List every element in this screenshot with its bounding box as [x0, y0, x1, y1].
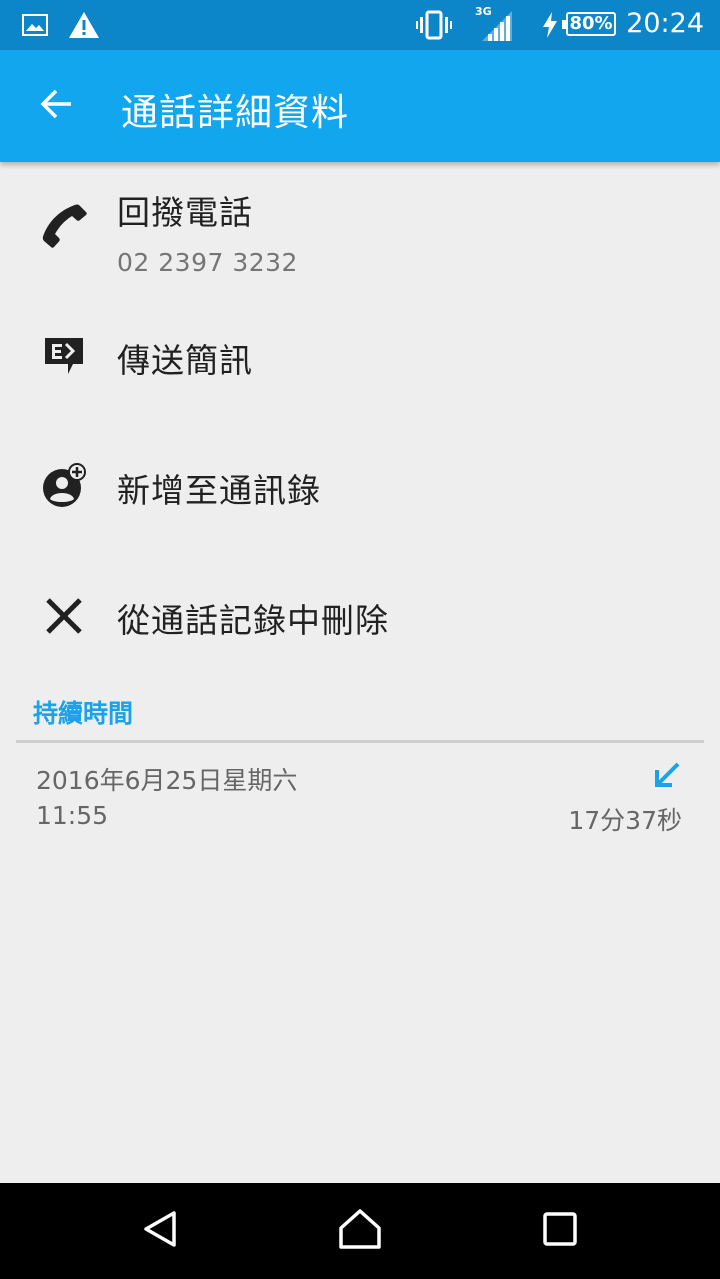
battery-icon: 80%: [562, 12, 616, 36]
send-message-label: 傳送簡訊: [117, 341, 253, 380]
back-nav-icon: [140, 1209, 180, 1253]
call-duration: 17分37秒: [568, 806, 682, 835]
phone-icon: [38, 200, 90, 252]
section-divider: [16, 740, 704, 743]
message-icon: [38, 330, 90, 382]
close-icon: [38, 590, 90, 642]
phone-number: 02 2397 3232: [117, 248, 298, 277]
image-icon: [22, 14, 48, 40]
home-nav-icon: [338, 1208, 382, 1254]
page-title: 通話詳細資料: [121, 91, 349, 134]
add-contact-label: 新增至通訊錄: [117, 471, 321, 510]
status-bar: 3G 80% 20:24: [0, 0, 720, 50]
arrow-back-icon: [39, 87, 73, 125]
call-back-row[interactable]: 回撥電話 02 2397 3232: [0, 176, 720, 286]
delete-log-row[interactable]: 從通話記錄中刪除: [0, 560, 720, 670]
add-contact-row[interactable]: 新增至通訊錄: [0, 430, 720, 540]
recents-nav-icon: [542, 1211, 578, 1251]
status-time: 20:24: [626, 8, 704, 39]
navigation-bar: [0, 1183, 720, 1279]
call-back-label: 回撥電話: [117, 193, 253, 232]
back-button[interactable]: [28, 78, 84, 134]
charging-icon: [541, 11, 559, 43]
call-time: 11:55: [36, 801, 109, 830]
warning-icon: [68, 11, 100, 43]
signal-icon: [480, 10, 514, 46]
nav-back-button[interactable]: [134, 1205, 186, 1257]
app-bar: 通話詳細資料: [0, 50, 720, 162]
delete-log-label: 從通話記錄中刪除: [117, 601, 389, 640]
nav-home-button[interactable]: [334, 1205, 386, 1257]
vibrate-icon: [416, 10, 452, 44]
incoming-call-icon: [652, 760, 682, 790]
nav-recents-button[interactable]: [534, 1205, 586, 1257]
call-date: 2016年6月25日星期六: [36, 766, 298, 795]
send-message-row[interactable]: 傳送簡訊: [0, 300, 720, 410]
add-contact-icon: [38, 460, 90, 512]
section-header-duration: 持續時間: [33, 699, 134, 728]
